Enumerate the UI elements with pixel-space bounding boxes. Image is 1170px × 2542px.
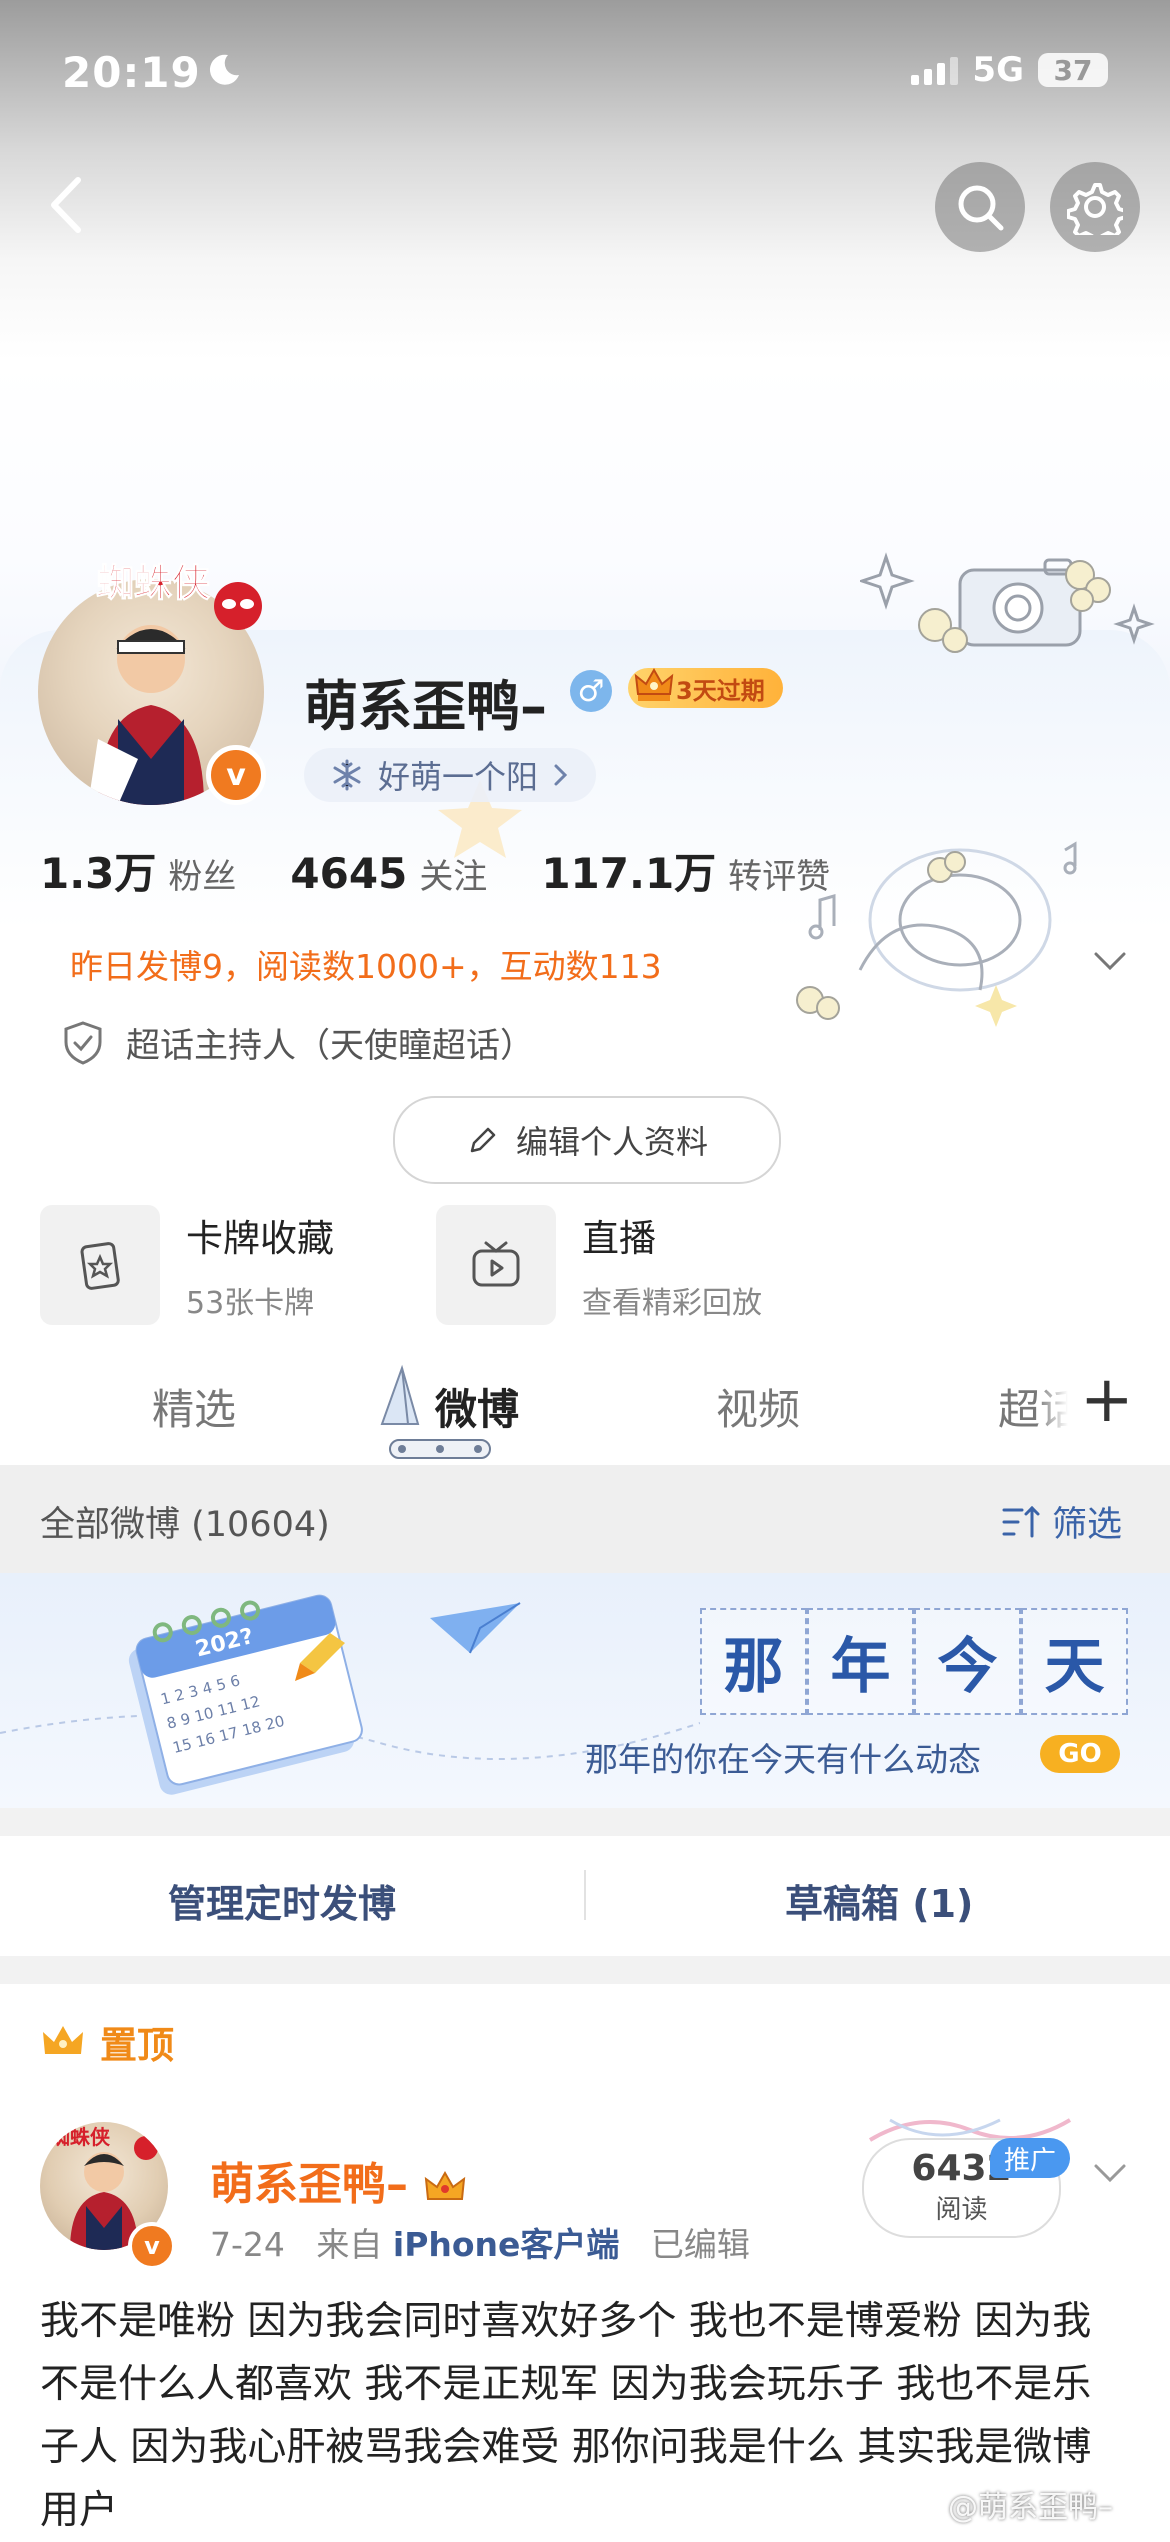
pinned-label: 置顶 (100, 2024, 174, 2067)
tab-video[interactable]: 视频 (716, 1376, 800, 1437)
post-edited: 已编辑 (650, 2225, 750, 2264)
swirl-doodle-icon (796, 841, 1077, 1027)
svg-text:蜘蛛侠: 蜘蛛侠 (96, 561, 211, 605)
tab-supertopic[interactable]: 超话 (998, 1376, 1068, 1437)
grid-char: 今 (914, 1608, 1021, 1715)
watermark: @萌系歪鸭– (948, 2490, 1113, 2525)
vip-badge[interactable]: 3天过期 (628, 667, 783, 708)
post-source[interactable]: iPhone客户端 (393, 2225, 620, 2264)
gear-icon (1067, 183, 1123, 235)
stat-label: 粉丝 (168, 857, 237, 897)
expand-chevron-down-icon[interactable] (1090, 946, 1130, 976)
stat-engagement[interactable]: 117.1万 转评赞 (541, 840, 830, 901)
grid-char: 那 (700, 1608, 807, 1715)
content-tabs: 精选 微博 视频 超话 + (0, 1360, 1170, 1460)
camera-doodle-icon (860, 552, 1155, 653)
activity-summary[interactable]: 昨日发博9，阅读数1000+，互动数113 (70, 940, 662, 988)
section-divider (0, 1956, 1170, 1984)
profile-tag-label: 好萌一个阳 (378, 758, 539, 796)
section-divider (0, 1808, 1170, 1836)
verified-badge-icon: v (128, 2222, 176, 2270)
host-role-label: 超话主持人（天使瞳超话） (126, 1026, 534, 1066)
feature-card-collection[interactable]: 卡牌收藏 53张卡牌 (40, 1205, 334, 1325)
pinned-label-row: 置顶 (40, 2015, 174, 2069)
moon-icon (209, 54, 239, 85)
drafts-button[interactable]: 草稿箱 (1) (785, 1873, 973, 1928)
active-tab-indicator-icon (389, 1439, 491, 1459)
back-arrow-icon[interactable] (36, 170, 96, 240)
vip-expiry-label: 3天过期 (676, 676, 765, 705)
post-author-name[interactable]: 萌系歪鸭– (210, 2148, 467, 2212)
crown-icon (43, 2026, 83, 2054)
feature-subtitle: 53张卡牌 (186, 1286, 315, 1321)
action-divider (584, 1870, 586, 1920)
post-date: 7-24 (210, 2225, 285, 2264)
grid-char: 年 (807, 1608, 914, 1715)
scheduled-posts-button[interactable]: 管理定时发博 (168, 1873, 396, 1928)
post-meta: 7-24 来自 iPhone客户端 已编辑 (210, 2218, 750, 2266)
vip-crown-icon (425, 2170, 466, 2200)
settings-button[interactable] (1050, 162, 1140, 252)
stat-label: 关注 (419, 857, 488, 897)
stat-label: 转评赞 (728, 857, 831, 897)
profile-avatar[interactable]: 蜘蛛侠 v (38, 561, 268, 805)
male-gender-icon: ♂ (570, 670, 612, 712)
all-posts-count: 全部微博 (10604) (40, 1505, 330, 1545)
memories-title: 那 年 今 天 (700, 1608, 1128, 1715)
edit-profile-label: 编辑个人资料 (515, 1123, 708, 1161)
status-time: 20:19 (62, 48, 201, 97)
stat-followers[interactable]: 1.3万 粉丝 (40, 840, 236, 901)
promote-badge[interactable]: 推广 (990, 2138, 1071, 2178)
post-more-chevron-down-icon[interactable] (1090, 2158, 1130, 2188)
stat-value: 1.3万 (40, 849, 157, 898)
memories-go-button[interactable]: GO (1040, 1735, 1120, 1773)
spiderman-sticker-icon: 蜘蛛侠 (96, 561, 262, 630)
verified-badge-icon: v (206, 745, 266, 805)
network-label: 5G (972, 50, 1024, 90)
signal-icon (911, 55, 959, 85)
post-author-label: 萌系歪鸭– (210, 2159, 408, 2210)
tab-weibo[interactable]: 微博 (435, 1376, 519, 1437)
filter-button[interactable]: 筛选 (1000, 1496, 1122, 1547)
tabs-more-button[interactable]: + (1080, 1360, 1134, 1440)
card-icon (40, 1205, 160, 1325)
status-indicators: 5G 37 (911, 50, 1108, 90)
filter-sort-icon (1002, 1505, 1040, 1537)
chevron-right-icon (554, 764, 568, 786)
feature-subtitle: 查看精彩回放 (582, 1286, 762, 1321)
profile-tag[interactable]: 好萌一个阳 (304, 748, 597, 802)
stat-value: 117.1万 (541, 849, 717, 898)
filter-label: 筛选 (1052, 1505, 1123, 1545)
snowflake-icon (333, 759, 361, 791)
stat-value: 4645 (290, 849, 408, 898)
feature-live[interactable]: 直播 查看精彩回放 (436, 1205, 762, 1325)
tv-icon (436, 1205, 556, 1325)
feature-title: 卡牌收藏 (186, 1217, 334, 1260)
battery-icon: 37 (1038, 53, 1108, 87)
search-button[interactable] (935, 162, 1025, 252)
post-source-prefix: 来自 (316, 2225, 383, 2264)
crown-icon (634, 667, 674, 701)
memories-subtitle: 那年的你在今天有什么动态 (585, 1740, 981, 1779)
svg-text:蜘蛛侠: 蜘蛛侠 (50, 2125, 111, 2149)
tab-featured[interactable]: 精选 (152, 1376, 236, 1437)
reads-label: 阅读 (935, 2195, 988, 2225)
shield-check-icon (64, 1020, 102, 1065)
stat-following[interactable]: 4645 关注 (290, 849, 487, 898)
pencil-icon (470, 1127, 496, 1153)
grid-char: 天 (1021, 1608, 1128, 1715)
host-role-row[interactable]: 超话主持人（天使瞳超话） (62, 1018, 534, 1067)
search-icon (958, 185, 1004, 231)
edit-profile-button[interactable]: 编辑个人资料 (393, 1096, 781, 1184)
profile-stats: 1.3万 粉丝 4645 关注 117.1万 转评赞 (40, 840, 830, 901)
profile-username: 萌系歪鸭– (304, 675, 547, 738)
feature-title: 直播 (582, 1217, 656, 1260)
